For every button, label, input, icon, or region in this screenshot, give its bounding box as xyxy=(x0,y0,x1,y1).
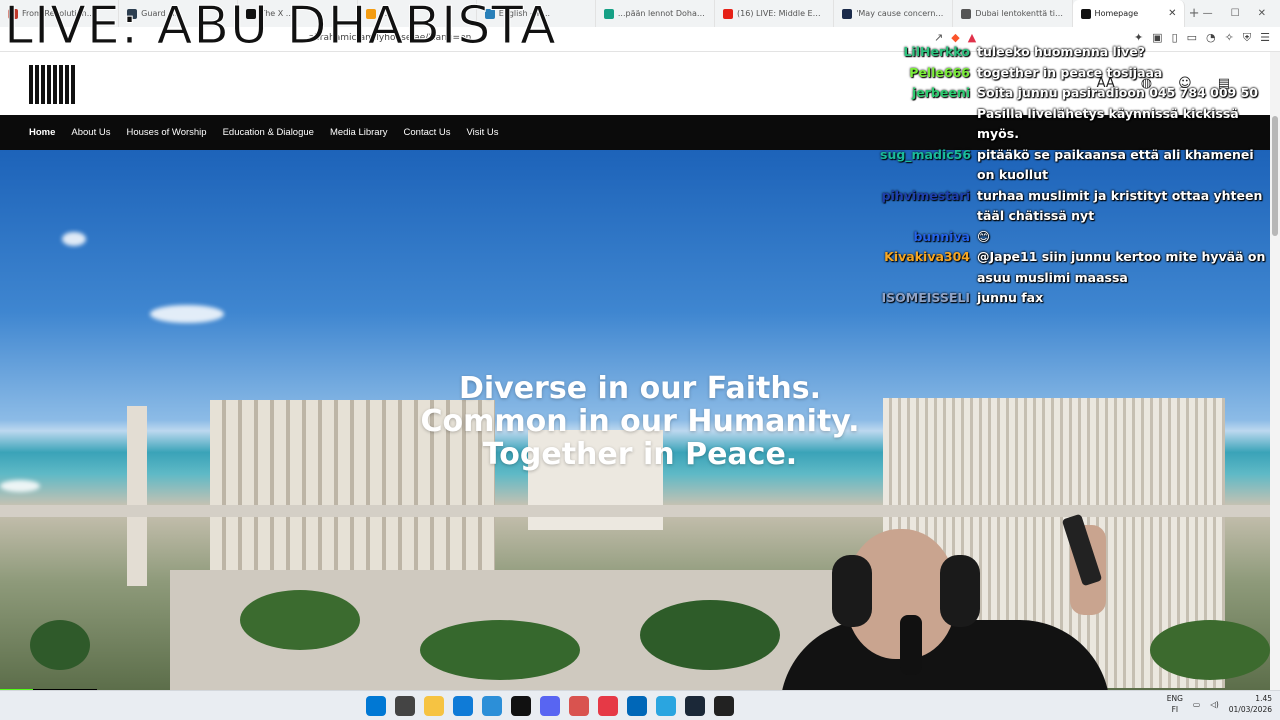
windows-taskbar: ENG FI ▭ ◁) 1.45 01/03/2026 xyxy=(0,690,1280,720)
taskbar-app-icon[interactable] xyxy=(511,696,531,716)
tab-favicon-icon xyxy=(1080,8,1091,19)
nav-item[interactable]: Contact Us xyxy=(404,127,451,138)
chat-text: together in peace tosijaaa xyxy=(977,64,1163,80)
chat-message: pihvimestari turhaa muslimit ja kristityt… xyxy=(880,186,1272,227)
tab-title: Homepage xyxy=(1094,9,1139,18)
volume-icon[interactable]: ◁) xyxy=(1210,700,1219,709)
taskbar-app-icon[interactable] xyxy=(627,696,647,716)
tab-favicon-icon xyxy=(723,8,734,19)
maximize-icon[interactable]: ☐ xyxy=(1231,8,1240,19)
tab-title: 'May cause concern': UAE asks xyxy=(856,9,944,18)
tab-title: ...pään lennot Dohaan ... xyxy=(617,9,707,18)
chat-text: @Jape11 siin junnu kertoo mite hyvää on … xyxy=(977,249,1266,285)
minimize-icon[interactable]: — xyxy=(1203,8,1213,19)
new-tab-button[interactable]: + xyxy=(1185,6,1202,21)
system-tray: ENG FI ▭ ◁) 1.45 01/03/2026 xyxy=(1167,693,1272,715)
microphone xyxy=(900,615,922,675)
network-icon[interactable]: ▭ xyxy=(1193,700,1200,709)
taskbar-app-icon[interactable] xyxy=(685,696,705,716)
chat-message: jerbeeni Soita junnu pasiradioon 045 784 … xyxy=(880,83,1272,145)
taskbar-app-icon[interactable] xyxy=(540,696,560,716)
chat-message: Kivakiva304 @Jape11 siin junnu kertoo mit… xyxy=(880,247,1272,288)
chat-text: turhaa muslimit ja kristityt ottaa yhtee… xyxy=(977,187,1263,224)
window-controls: — ☐ ✕ xyxy=(1203,8,1280,19)
chat-text: pitääkö se paikaansa että ali khamenei o… xyxy=(977,146,1254,183)
chat-text: junnu fax xyxy=(977,290,1044,305)
chat-username: Kivakiva304 xyxy=(884,249,970,264)
nav-item[interactable]: Education & Dialogue xyxy=(223,127,314,138)
stream-title: LIVE: ABU DHABISTA xyxy=(4,0,557,57)
nav-item[interactable]: About Us xyxy=(71,127,110,138)
taskbar-app-icon[interactable] xyxy=(395,696,415,716)
nav-item[interactable]: Houses of Worship xyxy=(126,127,206,138)
browser-tab[interactable]: 'May cause concern': UAE asks xyxy=(834,0,954,27)
chat-message: ISOMEISSELI junnu fax xyxy=(880,288,1272,309)
browser-tab[interactable]: Dubai lentokenttä tilanne xyxy=(953,0,1073,27)
browser-tab[interactable]: Homepage ✕ xyxy=(1072,0,1186,27)
browser-tab[interactable]: (16) LIVE: Middle East real-time xyxy=(715,0,835,27)
chat-username: pihvimestari xyxy=(881,187,970,203)
taskbar-apps xyxy=(366,696,734,716)
close-window-icon[interactable]: ✕ xyxy=(1258,8,1266,19)
chat-text: 😊 xyxy=(977,228,991,244)
nav-item[interactable]: Media Library xyxy=(330,127,388,138)
headphone-right xyxy=(940,555,980,627)
language-indicator[interactable]: ENG FI xyxy=(1167,693,1183,715)
nav-item[interactable]: Home xyxy=(29,127,55,138)
chat-text: Soita junnu pasiradioon 045 784 009 50 P… xyxy=(977,85,1258,141)
start-button-icon[interactable] xyxy=(366,696,386,716)
tab-favicon-icon xyxy=(961,8,972,19)
chat-message: sug_madic56 pitääkö se paikaansa että ali… xyxy=(880,145,1272,186)
taskbar-app-icon[interactable] xyxy=(453,696,473,716)
chat-username: LilHerkko xyxy=(903,44,970,59)
taskbar-app-icon[interactable] xyxy=(424,696,444,716)
headphone-left xyxy=(832,555,872,627)
clock[interactable]: 1.45 01/03/2026 xyxy=(1229,693,1272,715)
tab-title: Dubai lentokenttä tilanne xyxy=(975,9,1063,18)
tab-title: (16) LIVE: Middle East real-time xyxy=(737,9,825,18)
close-tab-icon[interactable]: ✕ xyxy=(1168,8,1176,19)
taskbar-app-icon[interactable] xyxy=(656,696,676,716)
browser-tab[interactable]: ...pään lennot Dohaan ... xyxy=(596,0,716,27)
chat-username: jerbeeni xyxy=(911,85,970,100)
chat-text: tuleeko huomenna live? xyxy=(977,44,1145,59)
chat-username: Pelle666 xyxy=(909,64,970,80)
chat-message: LilHerkko tuleeko huomenna live? xyxy=(880,42,1272,63)
streamer-webcam xyxy=(780,505,1110,720)
hero-line: Common in our Humanity. xyxy=(420,404,860,439)
taskbar-app-icon[interactable] xyxy=(569,696,589,716)
taskbar-app-icon[interactable] xyxy=(714,696,734,716)
scroll-thumb[interactable] xyxy=(1272,116,1278,236)
taskbar-app-icon[interactable] xyxy=(598,696,618,716)
hero-headline: Diverse in our Faiths. Common in our Huma… xyxy=(0,372,1280,471)
tab-favicon-icon xyxy=(842,8,853,19)
tab-favicon-icon xyxy=(603,8,614,19)
chat-message: bunniva 😊 xyxy=(880,227,1272,248)
site-logo[interactable] xyxy=(29,65,75,104)
nav-item[interactable]: Visit Us xyxy=(467,127,499,138)
hero-line: Diverse in our Faiths. xyxy=(458,371,822,406)
chat-overlay: LilHerkko tuleeko huomenna live? Pelle666 t… xyxy=(880,42,1272,309)
hero-line: Together in Peace. xyxy=(482,437,798,472)
taskbar-app-icon[interactable] xyxy=(482,696,502,716)
chat-username: bunniva xyxy=(913,228,970,244)
chat-username: ISOMEISSELI xyxy=(881,290,970,305)
chat-message: Pelle666 together in peace tosijaaa xyxy=(880,63,1272,84)
chat-username: sug_madic56 xyxy=(880,146,972,162)
